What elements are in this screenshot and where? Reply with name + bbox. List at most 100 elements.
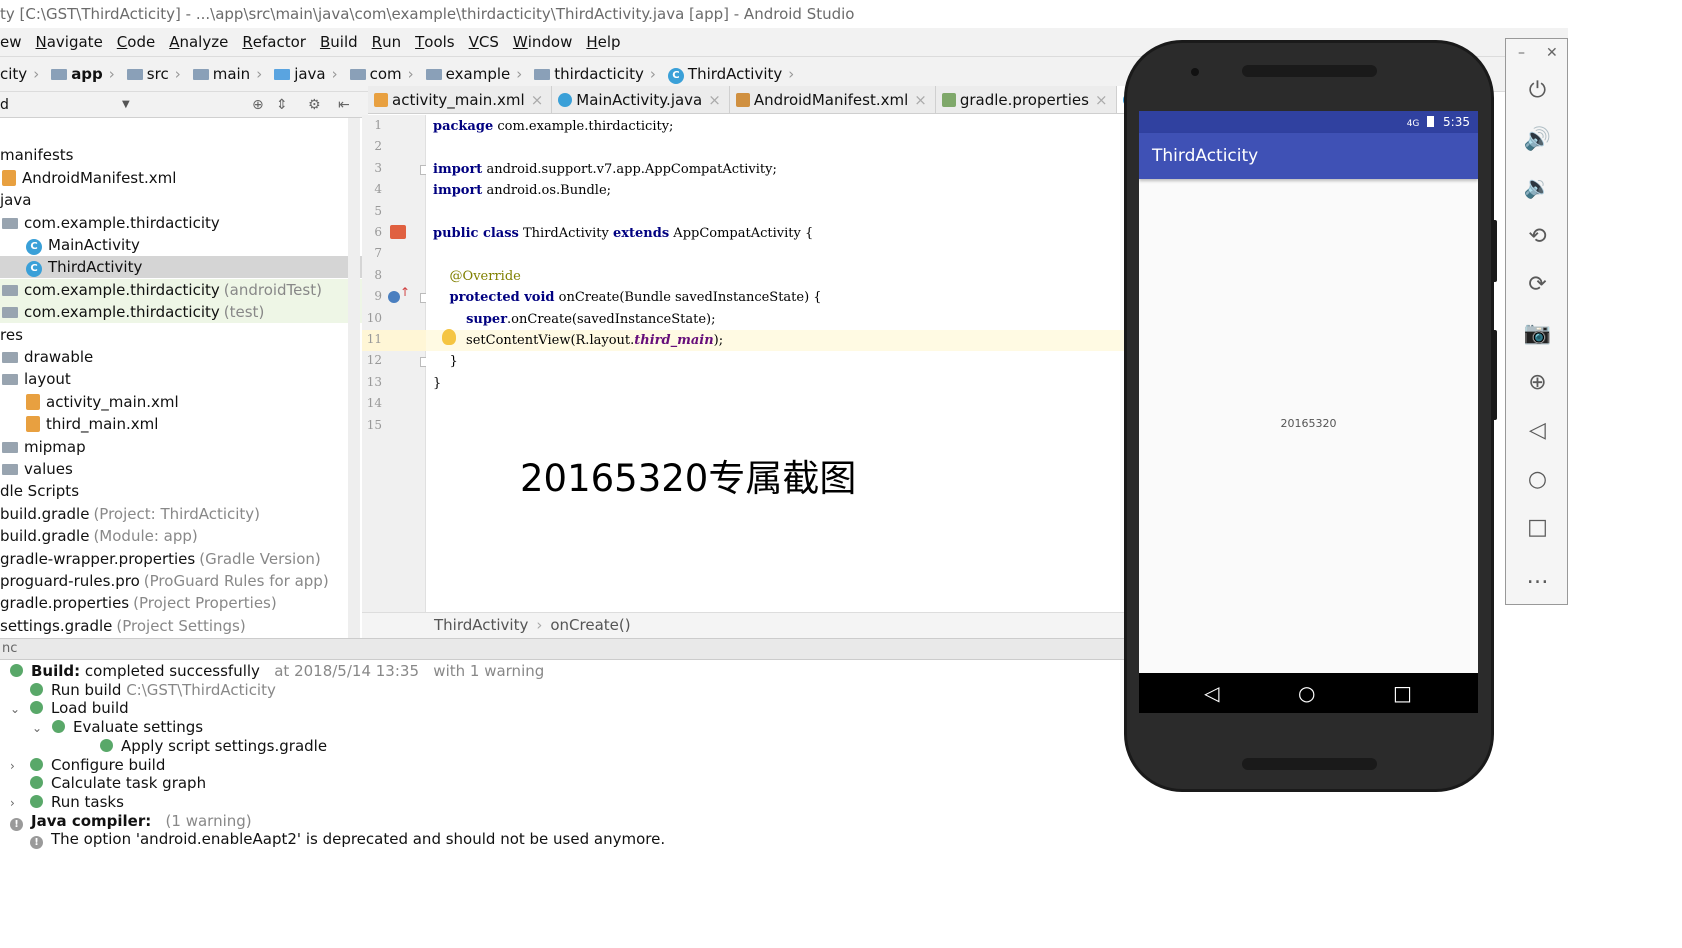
breadcrumb-item[interactable]: src › — [119, 57, 181, 91]
tree-item[interactable]: gradle-wrapper.properties (Gradle Version… — [0, 548, 362, 570]
menu-item[interactable]: Window — [513, 28, 573, 56]
build-log-row[interactable]: Build: completed successfully at 2018/5/… — [10, 662, 544, 681]
minimize-icon[interactable]: – — [1518, 45, 1525, 61]
recents-icon[interactable]: □ — [1393, 681, 1412, 705]
tree-item[interactable]: layout — [0, 368, 362, 390]
breadcrumb-item[interactable]: main › — [185, 57, 262, 91]
tree-item[interactable]: com.example.thirdacticity (test) — [0, 301, 362, 324]
project-view-selector[interactable]: d — [0, 92, 9, 118]
tree-item-label: drawable — [24, 348, 94, 366]
breadcrumb-item[interactable]: city › — [0, 57, 39, 91]
camera-icon[interactable]: 📷 — [1506, 314, 1569, 354]
tree-item[interactable]: AndroidManifest.xml — [0, 167, 362, 189]
build-log-detail: (1 warning) — [151, 811, 252, 830]
build-log-row[interactable]: › Run tasks — [10, 793, 124, 812]
locate-icon[interactable]: ⊕ — [252, 92, 264, 118]
tree-item[interactable]: proguard-rules.pro (ProGuard Rules for ap… — [0, 570, 362, 592]
tree-item[interactable]: activity_main.xml — [0, 391, 362, 413]
back-icon[interactable]: ◁ — [1204, 681, 1219, 705]
app-toolbar: ThirdActicity — [1139, 133, 1478, 179]
build-log-row[interactable]: › Configure build — [10, 756, 165, 775]
breadcrumb-class[interactable]: ThirdActivity — [434, 616, 528, 634]
rotate-right-icon[interactable]: ⟳ — [1506, 265, 1569, 305]
chevron-down-icon[interactable]: ⌄ — [32, 719, 44, 738]
class-run-icon[interactable] — [390, 225, 406, 239]
emulator-screen[interactable]: 4G 5:35 ThirdActicity 20165320 ◁ ○ □ — [1139, 111, 1478, 713]
chevron-down-icon[interactable]: ⌄ — [10, 700, 22, 719]
build-log-row[interactable]: ! Java compiler: (1 warning) — [10, 812, 252, 831]
tree-item[interactable]: drawable — [0, 346, 362, 368]
menu-item[interactable]: Analyze — [169, 28, 228, 56]
tree-item[interactable]: com.example.thirdacticity — [0, 212, 362, 234]
project-tree-scrollbar[interactable] — [348, 118, 360, 638]
close-tab-icon[interactable]: × — [914, 91, 927, 109]
tree-item[interactable]: dle Scripts — [0, 480, 362, 502]
build-log-row[interactable]: ! The option 'android.enableAapt2' is dep… — [10, 830, 665, 850]
more-icon[interactable]: … — [1506, 557, 1569, 597]
tree-item[interactable]: third_main.xml — [0, 413, 362, 435]
tree-item[interactable]: com.example.thirdacticity (androidTest) — [0, 278, 362, 301]
menu-mnemonic: R — [371, 33, 383, 51]
menu-item[interactable]: Build — [320, 28, 358, 56]
breadcrumb-item[interactable]: app › — [43, 57, 115, 91]
volume-down-icon[interactable]: 🔉 — [1506, 168, 1569, 208]
tree-item-label: values — [24, 460, 73, 478]
close-icon[interactable]: ✕ — [1546, 45, 1558, 61]
collapse-icon[interactable]: ⇕ — [276, 92, 288, 118]
menu-item[interactable]: Tools — [415, 28, 455, 56]
tree-item[interactable]: java — [0, 189, 362, 211]
home-icon[interactable]: ○ — [1506, 460, 1569, 500]
volume-up-icon[interactable]: 🔊 — [1506, 120, 1569, 160]
build-log-row[interactable]: Calculate task graph — [10, 774, 206, 793]
hide-panel-icon[interactable]: ⇤ — [338, 92, 350, 118]
menu-item[interactable]: Navigate — [36, 28, 103, 56]
menu-item[interactable]: Run — [372, 28, 401, 56]
editor-tab[interactable]: AndroidManifest.xml × — [730, 86, 936, 113]
tree-item[interactable]: res — [0, 324, 362, 346]
menu-item[interactable]: Code — [117, 28, 155, 56]
close-tab-icon[interactable]: × — [1095, 91, 1108, 109]
editor-tab[interactable]: gradle.properties × — [936, 86, 1117, 113]
menu-item[interactable]: VCS — [469, 28, 499, 56]
breadcrumb-method[interactable]: onCreate() — [550, 616, 630, 634]
editor-tab[interactable]: activity_main.xml × — [368, 86, 553, 113]
tree-item[interactable]: C MainActivity — [0, 234, 362, 256]
menu-item[interactable]: ew — [0, 28, 22, 56]
close-tab-icon[interactable]: × — [531, 91, 544, 109]
build-log-row[interactable]: ⌄ Load build — [10, 699, 129, 718]
code-editor[interactable]: package com.example.thirdacticity; import… — [426, 115, 1128, 612]
breadcrumb-item[interactable]: java › — [266, 57, 338, 91]
override-marker-icon[interactable] — [388, 291, 400, 303]
chevron-right-icon[interactable]: › — [10, 794, 22, 813]
tree-item[interactable]: build.gradle (Module: app) — [0, 525, 362, 547]
overview-icon[interactable]: □ — [1506, 508, 1569, 548]
build-tab-label[interactable]: nc — [0, 641, 17, 656]
tree-item[interactable]: build.gradle (Project: ThirdActicity) — [0, 503, 362, 525]
build-log-row[interactable]: Apply script settings.gradle — [80, 737, 327, 756]
editor-tab[interactable]: MainActivity.java × — [552, 86, 730, 113]
settings-gear-icon[interactable]: ⚙ — [308, 92, 321, 118]
build-log-row[interactable]: Run build C:\GST\ThirdActicity — [10, 681, 276, 700]
dropdown-arrow-icon[interactable]: ▼ — [122, 92, 130, 118]
tree-item[interactable]: mipmap — [0, 436, 362, 458]
tree-item[interactable] — [0, 122, 362, 144]
chevron-right-icon[interactable]: › — [10, 757, 22, 776]
power-icon[interactable]: ⏻ — [1506, 71, 1569, 111]
build-log-row[interactable]: ⌄ Evaluate settings — [32, 718, 203, 737]
tree-item[interactable]: C ThirdActivity — [0, 256, 362, 279]
rotate-left-icon[interactable]: ⟲ — [1506, 217, 1569, 257]
menu-item[interactable]: Refactor — [242, 28, 306, 56]
home-icon[interactable]: ○ — [1298, 681, 1315, 705]
tree-item-label: com.example.thirdacticity — [24, 213, 220, 232]
zoom-icon[interactable]: ⊕ — [1506, 363, 1569, 403]
tree-item[interactable]: settings.gradle (Project Settings) — [0, 615, 362, 637]
tree-item-label: mipmap — [24, 437, 86, 456]
device-volume-button[interactable] — [1492, 330, 1497, 420]
close-tab-icon[interactable]: × — [708, 91, 721, 109]
menu-item[interactable]: Help — [586, 28, 620, 56]
back-icon[interactable]: ◁ — [1506, 411, 1569, 451]
tree-item[interactable]: gradle.properties (Project Properties) — [0, 592, 362, 614]
tree-item[interactable]: manifests — [0, 144, 362, 166]
device-power-button[interactable] — [1492, 220, 1497, 282]
tree-item[interactable]: values — [0, 458, 362, 480]
